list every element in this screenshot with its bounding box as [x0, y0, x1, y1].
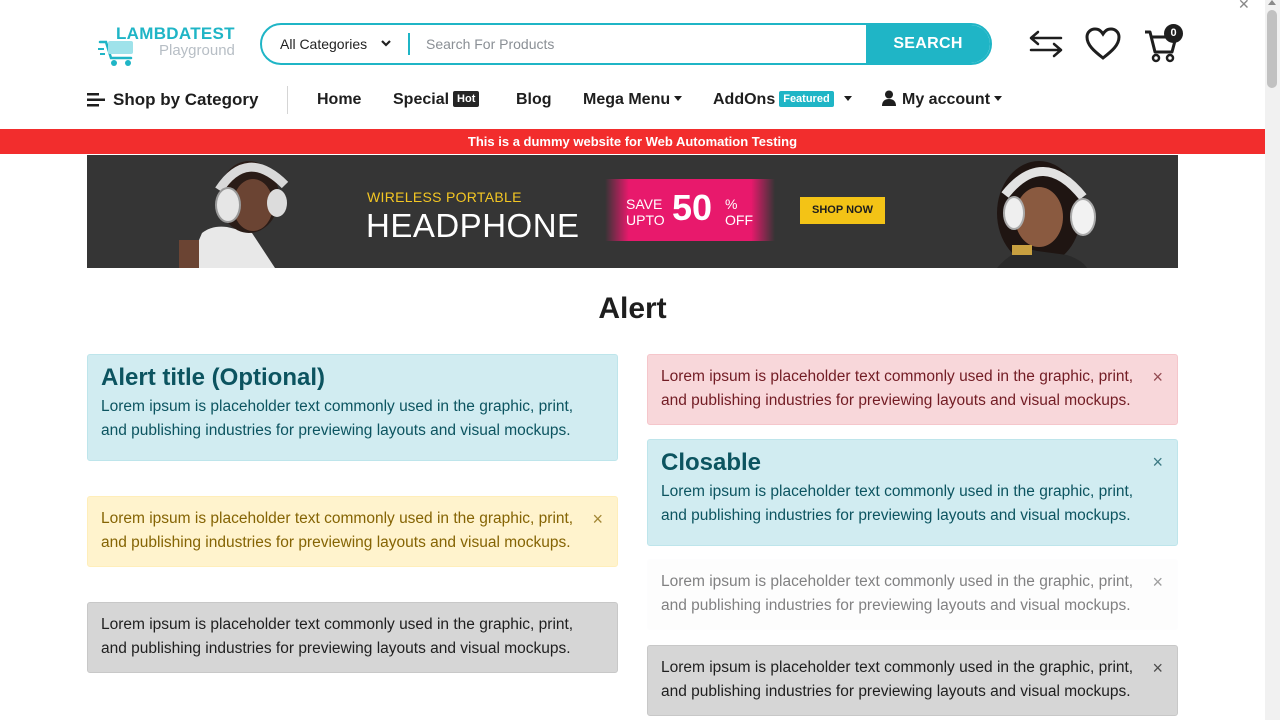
alert-text: Lorem ipsum is placeholder text commonly… — [661, 659, 1134, 700]
page-title: Alert — [598, 292, 667, 325]
notice-bar: This is a dummy website for Web Automati… — [0, 129, 1265, 154]
nav-blog[interactable]: Blog — [516, 84, 552, 116]
chevron-down-icon[interactable] — [380, 39, 392, 49]
search-button[interactable]: SEARCH — [866, 25, 990, 63]
alert-light: Lorem ipsum is placeholder text commonly… — [647, 559, 1178, 630]
close-icon[interactable]: × — [1152, 659, 1163, 677]
compare-icon[interactable] — [1027, 28, 1065, 60]
model-left-image — [179, 161, 289, 268]
promo-banner[interactable]: WIRELESS PORTABLE HEADPHONE SAVE UPTO 50 … — [87, 155, 1178, 268]
caret-down-icon — [994, 96, 1003, 101]
alert-title: Closable — [661, 449, 762, 476]
nav-my-account-label: My account — [902, 91, 991, 108]
alert-text: Lorem ipsum is placeholder text commonly… — [101, 616, 574, 657]
close-icon[interactable]: × — [1152, 368, 1163, 386]
close-icon[interactable]: × — [1152, 573, 1163, 591]
scroll-up-icon[interactable] — [1268, 0, 1276, 5]
alert-text: Lorem ipsum is placeholder text commonly… — [101, 510, 574, 551]
alert-title: Alert title (Optional) — [101, 364, 325, 391]
alert-info-closable: Closable Lorem ipsum is placeholder text… — [647, 439, 1178, 546]
logo[interactable]: LAMBDATEST Playground — [98, 24, 243, 68]
divider — [408, 33, 410, 55]
alert-secondary-closable: Lorem ipsum is placeholder text commonly… — [647, 645, 1178, 716]
alert-warning: Lorem ipsum is placeholder text commonly… — [87, 496, 618, 567]
nav-divider — [287, 86, 288, 114]
alert-text: Lorem ipsum is placeholder text commonly… — [661, 483, 1134, 524]
save-off-label: % OFF — [725, 196, 753, 228]
search-input[interactable] — [426, 25, 866, 63]
nav-addons[interactable]: AddOns Featured — [713, 84, 852, 116]
nav-mega-menu[interactable]: Mega Menu — [583, 84, 683, 116]
hamburger-icon — [87, 93, 105, 107]
close-icon[interactable]: × — [1152, 453, 1163, 471]
save-badge: SAVE UPTO 50 % OFF — [605, 179, 775, 241]
model-right-image — [997, 161, 1096, 268]
nav-special-label: Special — [393, 91, 450, 108]
caret-down-icon — [674, 96, 683, 101]
featured-badge: Featured — [779, 91, 834, 107]
nav-mega-menu-label: Mega Menu — [583, 91, 671, 108]
close-icon[interactable]: ✕ — [1238, 0, 1250, 13]
shop-now-button[interactable]: SHOP NOW — [800, 197, 885, 224]
shop-by-category-label: Shop by Category — [113, 90, 259, 109]
nav-special[interactable]: Special Hot — [393, 84, 480, 116]
alert-secondary: Lorem ipsum is placeholder text commonly… — [87, 602, 618, 673]
alert-text: Lorem ipsum is placeholder text commonly… — [661, 573, 1134, 614]
shop-by-category[interactable]: Shop by Category — [87, 84, 258, 116]
logo-subtitle: Playground — [159, 42, 235, 59]
scroll-thumb[interactable] — [1267, 10, 1277, 88]
cart-count-badge: 0 — [1164, 24, 1183, 43]
caret-down-icon — [843, 96, 852, 101]
logo-text: LAMBDATEST — [116, 24, 235, 43]
alert-text: Lorem ipsum is placeholder text commonly… — [101, 398, 574, 439]
user-icon — [882, 90, 896, 106]
save-percent: 50 — [672, 187, 713, 228]
search-bar: All Categories SEARCH — [260, 23, 992, 65]
banner-title: HEADPHONE — [366, 207, 580, 244]
scrollbar[interactable] — [1265, 0, 1280, 720]
nav-my-account[interactable]: My account — [882, 84, 1003, 116]
banner-subtitle: WIRELESS PORTABLE — [367, 189, 522, 205]
close-icon[interactable]: × — [592, 510, 603, 528]
alert-danger: Lorem ipsum is placeholder text commonly… — [647, 354, 1178, 425]
alert-text: Lorem ipsum is placeholder text commonly… — [661, 368, 1134, 409]
save-label: SAVE UPTO — [626, 196, 665, 228]
hot-badge: Hot — [453, 91, 480, 107]
category-select[interactable]: All Categories — [280, 25, 367, 63]
heart-icon[interactable] — [1084, 26, 1122, 62]
alert-info-with-title: Alert title (Optional) Lorem ipsum is pl… — [87, 354, 618, 461]
nav-addons-label: AddOns — [713, 91, 776, 108]
nav-home[interactable]: Home — [317, 84, 361, 116]
